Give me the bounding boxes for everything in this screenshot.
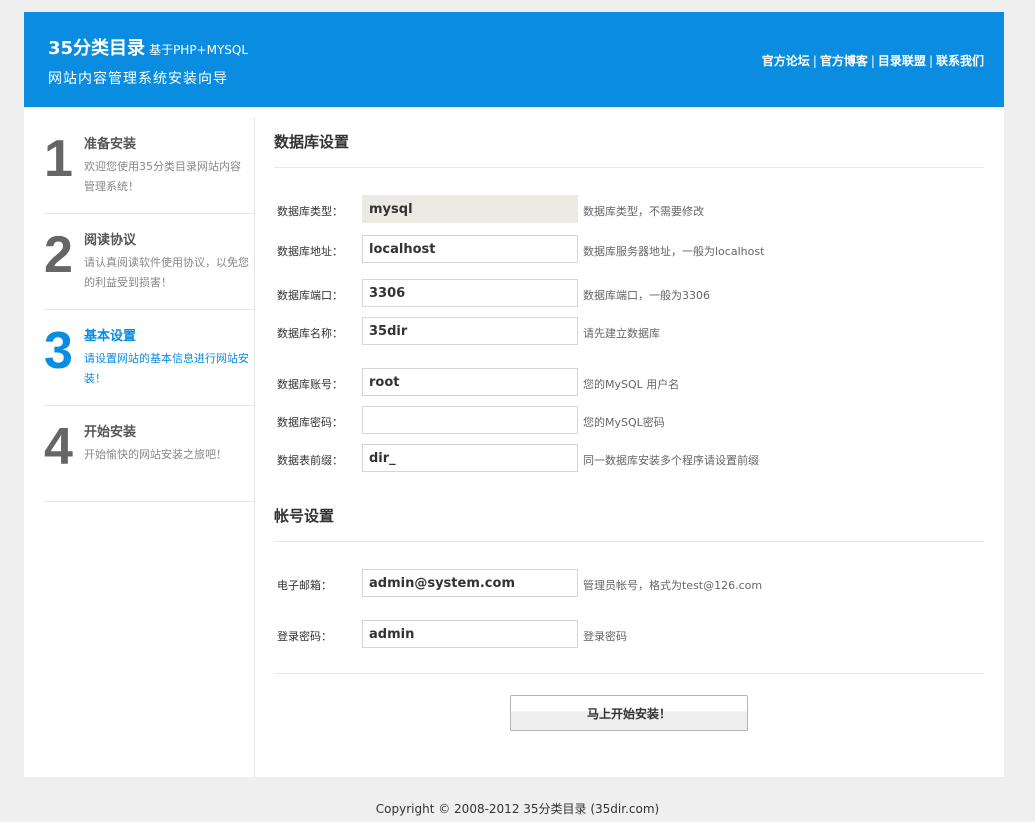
- step-desc: 开始愉快的网站安装之旅吧！: [84, 448, 227, 461]
- db-user-hint: 您的MySQL 用户名: [583, 378, 680, 391]
- db-name-input[interactable]: [362, 317, 578, 345]
- account-section-title: 帐号设置: [274, 507, 335, 525]
- step-number: 4: [44, 418, 73, 476]
- db-type-label: 数据库类型：: [277, 205, 343, 218]
- db-password-row: 数据库密码： 您的MySQL密码: [274, 406, 984, 436]
- divider: [274, 673, 984, 674]
- step-agreement: 2 阅读协议 请认真阅读软件使用协议，以免您的利益受到损害！: [44, 213, 254, 310]
- step-title: 阅读协议: [84, 233, 137, 248]
- step-number: 1: [44, 130, 73, 188]
- db-password-hint: 您的MySQL密码: [583, 416, 665, 429]
- db-type-row: 数据库类型： 数据库类型，不需要修改: [274, 195, 984, 225]
- db-name-label: 数据库名称：: [277, 327, 343, 340]
- db-password-input[interactable]: [362, 406, 578, 434]
- step-desc: 请认真阅读软件使用协议，以免您的利益受到损害！: [84, 256, 249, 289]
- db-name-row: 数据库名称： 请先建立数据库: [274, 317, 984, 347]
- brand-title: 35分类目录: [48, 38, 146, 59]
- step-basic-settings: 3 基本设置 请设置网站的基本信息进行网站安装！: [44, 309, 254, 406]
- link-separator: |: [870, 54, 875, 68]
- db-user-input[interactable]: [362, 368, 578, 396]
- step-install: 4 开始安装 开始愉快的网站安装之旅吧！: [44, 405, 254, 502]
- email-row: 电子邮箱： 管理员帐号，格式为test@126.com: [274, 569, 984, 599]
- admin-password-input[interactable]: [362, 620, 578, 648]
- db-user-row: 数据库账号： 您的MySQL 用户名: [274, 368, 984, 398]
- db-port-row: 数据库端口： 数据库端口，一般为3306: [274, 279, 984, 309]
- db-port-hint: 数据库端口，一般为3306: [583, 289, 710, 302]
- db-prefix-label: 数据表前缀：: [277, 454, 343, 467]
- db-host-input[interactable]: [362, 235, 578, 263]
- step-title: 基本设置: [84, 329, 137, 344]
- divider: [274, 167, 984, 168]
- db-password-label: 数据库密码：: [277, 416, 343, 429]
- brand: 35分类目录 基于PHP+MYSQL: [48, 34, 248, 60]
- link-separator: |: [928, 54, 933, 68]
- db-prefix-input[interactable]: [362, 444, 578, 472]
- step-number: 3: [44, 322, 73, 380]
- step-sidebar: 1 准备安装 欢迎您使用35分类目录网站内容管理系统！ 2 阅读协议 请认真阅读…: [44, 117, 255, 777]
- admin-password-hint: 登录密码: [583, 630, 627, 643]
- admin-password-row: 登录密码： 登录密码: [274, 620, 984, 650]
- db-port-label: 数据库端口：: [277, 289, 343, 302]
- step-desc: 欢迎您使用35分类目录网站内容管理系统！: [84, 160, 241, 193]
- link-blog[interactable]: 官方博客: [820, 54, 868, 68]
- db-host-label: 数据库地址：: [277, 245, 343, 258]
- footer-copyright: Copyright © 2008-2012 35分类目录 (35dir.com): [375, 802, 660, 816]
- link-forum[interactable]: 官方论坛: [762, 54, 810, 68]
- db-port-input[interactable]: [362, 279, 578, 307]
- db-section-title: 数据库设置: [274, 133, 350, 151]
- step-title: 开始安装: [84, 425, 137, 440]
- db-name-hint: 请先建立数据库: [583, 327, 660, 340]
- link-separator: |: [812, 54, 817, 68]
- email-label: 电子邮箱：: [277, 579, 332, 592]
- start-install-button[interactable]: 马上开始安装！: [510, 695, 748, 731]
- brand-subtitle: 基于PHP+MYSQL: [149, 43, 249, 57]
- db-host-row: 数据库地址： 数据库服务器地址，一般为localhost: [274, 235, 984, 265]
- db-host-hint: 数据库服务器地址，一般为localhost: [583, 245, 765, 258]
- step-title: 准备安装: [84, 137, 137, 152]
- link-contact[interactable]: 联系我们: [936, 54, 984, 68]
- step-prepare: 1 准备安装 欢迎您使用35分类目录网站内容管理系统！: [44, 117, 254, 214]
- db-prefix-hint: 同一数据库安装多个程序请设置前缀: [583, 454, 759, 467]
- step-number: 2: [44, 226, 73, 284]
- brand-tagline: 网站内容管理系统安装向导: [48, 71, 228, 87]
- db-type-hint: 数据库类型，不需要修改: [583, 205, 704, 218]
- link-alliance[interactable]: 目录联盟: [878, 54, 926, 68]
- header: 35分类目录 基于PHP+MYSQL 网站内容管理系统安装向导 官方论坛 | 官方博客…: [24, 12, 1004, 107]
- email-input[interactable]: [362, 569, 578, 597]
- admin-password-label: 登录密码：: [277, 630, 332, 643]
- step-desc: 请设置网站的基本信息进行网站安装！: [84, 352, 249, 385]
- divider: [274, 541, 984, 542]
- main-panel: 1 准备安装 欢迎您使用35分类目录网站内容管理系统！ 2 阅读协议 请认真阅读…: [24, 107, 1004, 777]
- db-user-label: 数据库账号：: [277, 378, 343, 391]
- email-hint: 管理员帐号，格式为test@126.com: [583, 579, 763, 592]
- db-prefix-row: 数据表前缀： 同一数据库安装多个程序请设置前缀: [274, 444, 984, 474]
- top-links: 官方论坛 | 官方博客 | 目录联盟 | 联系我们: [762, 52, 984, 69]
- db-type-input[interactable]: [362, 195, 578, 223]
